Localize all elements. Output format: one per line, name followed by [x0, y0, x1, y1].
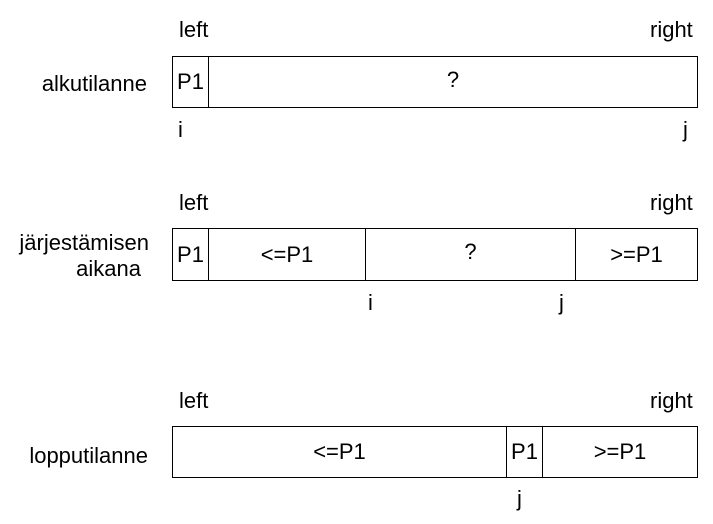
left-label: left [179, 388, 209, 413]
pivot-cell: P1 [177, 241, 204, 267]
pivot-cell: P1 [506, 427, 542, 477]
unknown-region: ? [365, 229, 575, 280]
row-label-during-line1: järjestämisen [19, 230, 149, 255]
greater-equal-region: >=P1 [575, 229, 697, 280]
pivot-cell: P1 [177, 69, 204, 94]
right-label: right [650, 190, 693, 215]
less-equal-region: <=P1 [313, 439, 366, 464]
pointer-i: i [368, 290, 373, 315]
pointer-j: j [683, 117, 688, 142]
array-box: P1 <=P1 ? >=P1 [172, 228, 698, 281]
less-equal-region: <=P1 [208, 229, 365, 280]
left-label: left [179, 190, 209, 215]
row-label-during-line2: aikana [76, 256, 141, 281]
pointer-i: i [178, 117, 183, 142]
right-label: right [650, 388, 693, 413]
left-label: left [179, 17, 209, 42]
greater-equal-region: >=P1 [542, 427, 697, 477]
pointer-j: j [559, 290, 564, 315]
row-label-initial: alkutilanne [41, 71, 147, 96]
array-box: P1 ? [172, 56, 698, 108]
right-label: right [650, 17, 693, 42]
row-label-final: lopputilanne [29, 443, 148, 468]
array-box: <=P1 P1 >=P1 [172, 426, 698, 478]
pointer-j: j [517, 486, 522, 511]
unknown-region: ? [208, 57, 697, 107]
